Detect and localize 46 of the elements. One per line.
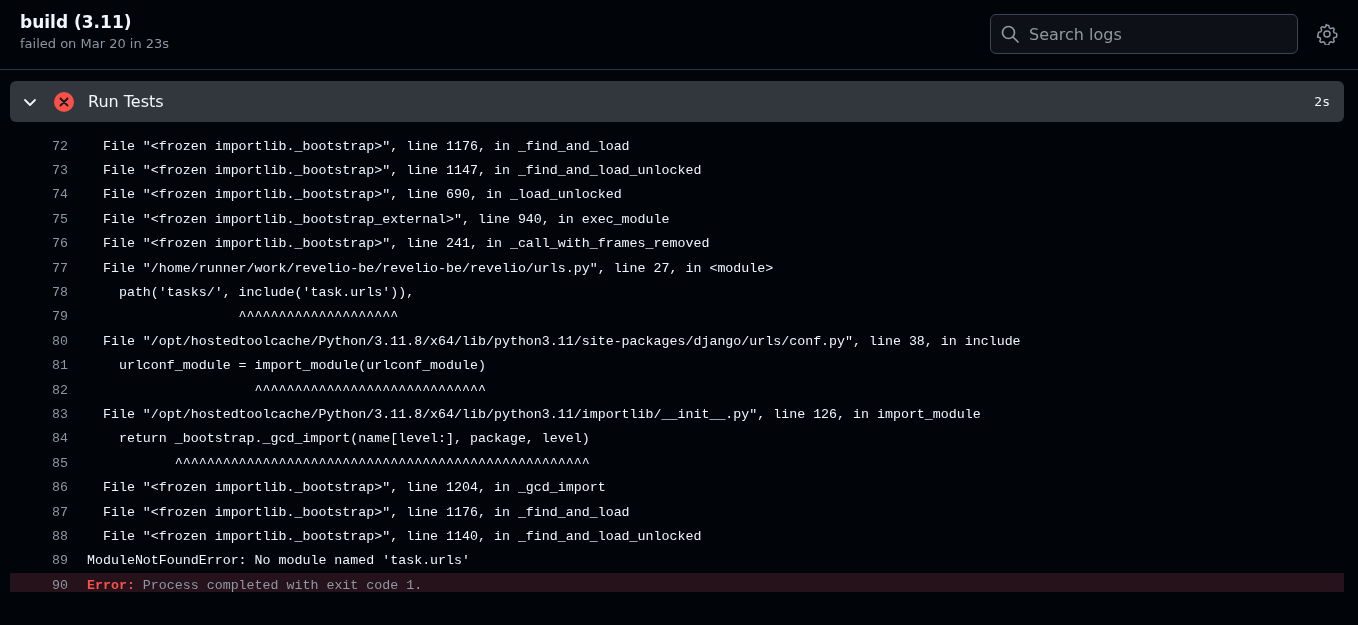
line-number[interactable]: 78 xyxy=(10,285,68,301)
log-text: ^^^^^^^^^^^^^^^^^^^^^^^^^^^^^^^^^^^^^^^^^^^^^^^^^^^^ xyxy=(173,455,590,471)
line-number[interactable]: 81 xyxy=(10,358,68,374)
log-text: File "<frozen importlib._bootstrap>", line 690, in _load_unlocked xyxy=(101,187,622,203)
log-text: Error: Process completed with exit code 1. xyxy=(87,577,423,592)
line-number[interactable]: 80 xyxy=(10,333,68,349)
line-number[interactable]: 76 xyxy=(10,236,68,252)
line-number[interactable]: 88 xyxy=(10,528,68,544)
log-text: File "<frozen importlib._bootstrap>", line 1140, in _find_and_load_unlocked xyxy=(101,528,702,544)
log-text: File "<frozen importlib._bootstrap_external>", line 940, in exec_module xyxy=(101,211,670,227)
log-text: File "<frozen importlib._bootstrap>", line 1176, in _find_and_load xyxy=(101,504,630,520)
step-name: Run Tests xyxy=(88,92,165,111)
log-text: File "<frozen importlib._bootstrap>", line 1176, in _find_and_load xyxy=(101,138,630,154)
search-field[interactable]: Search logs xyxy=(990,14,1298,54)
log-text: File "<frozen importlib._bootstrap>", line 1147, in _find_and_load_unlocked xyxy=(101,163,702,179)
line-number[interactable]: 87 xyxy=(10,504,68,520)
line-number[interactable]: 90 xyxy=(10,577,68,592)
line-number[interactable]: 72 xyxy=(10,138,68,154)
line-number[interactable]: 77 xyxy=(10,260,68,276)
settings-icon[interactable] xyxy=(1316,23,1338,45)
line-number[interactable]: 73 xyxy=(10,163,68,179)
log-text: return _bootstrap._gcd_import(name[level:], package, level) xyxy=(117,431,590,447)
log-text: File "<frozen importlib._bootstrap>", line 241, in _call_with_frames_removed xyxy=(101,236,710,252)
line-number[interactable]: 75 xyxy=(10,211,68,227)
line-number[interactable]: 74 xyxy=(10,187,68,203)
log-text: File "/opt/hostedtoolcache/Python/3.11.8/x64/lib/python3.11/importlib/__init__.py", line 126, in import_module xyxy=(101,407,981,422)
log-text: ^^^^^^^^^^^^^^^^^^^^^^^^^^^^^ xyxy=(253,382,486,398)
log-text: File "/home/runner/work/revelio-be/revelio-be/revelio/urls.py", line 27, in <module> xyxy=(101,260,774,276)
line-number[interactable]: 79 xyxy=(10,309,68,325)
step-header[interactable]: Run Tests 2s xyxy=(10,81,1344,122)
line-number[interactable]: 85 xyxy=(10,455,68,471)
log-text: ModuleNotFoundError: No module named 'task.urls' xyxy=(87,553,470,569)
line-number[interactable]: 83 xyxy=(10,407,68,422)
log-text: File "<frozen importlib._bootstrap>", line 1204, in _gcd_import xyxy=(101,480,606,496)
line-number[interactable]: 82 xyxy=(10,382,68,398)
step-duration: 2s xyxy=(1314,94,1330,109)
line-number[interactable]: 89 xyxy=(10,553,68,569)
log-text: urlconf_module = import_module(urlconf_module) xyxy=(117,358,486,374)
search-icon xyxy=(1001,25,1019,43)
log-text: File "/opt/hostedtoolcache/Python/3.11.8/x64/lib/python3.11/site-packages/django/urls/conf.py", line 38, in include xyxy=(101,333,1021,349)
line-number[interactable]: 86 xyxy=(10,480,68,496)
line-number[interactable]: 84 xyxy=(10,431,68,447)
log-text: ^^^^^^^^^^^^^^^^^^^^ xyxy=(237,309,399,325)
job-title: build (3.11) xyxy=(20,12,133,32)
job-status: failed on Mar 20 in 23s xyxy=(20,36,170,51)
log-text: path('tasks/', include('task.urls')), xyxy=(117,285,415,301)
